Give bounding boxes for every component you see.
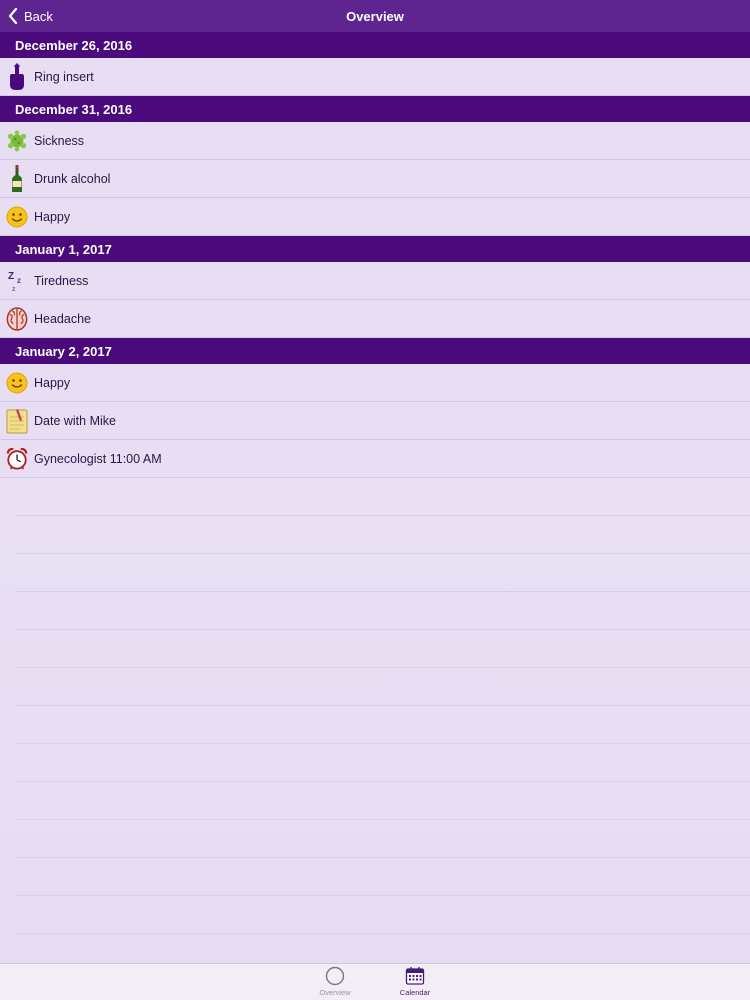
page-title: Overview (346, 8, 404, 24)
note-icon (6, 408, 28, 434)
list-item[interactable]: Drunk alcohol (0, 160, 750, 198)
empty-row (15, 706, 750, 744)
empty-row (15, 858, 750, 896)
circle-icon (325, 966, 345, 986)
tab-calendar[interactable]: Calendar (385, 966, 445, 1000)
list-item-label: Gynecologist 11:00 AM (34, 451, 162, 466)
empty-row (15, 668, 750, 706)
list-item[interactable]: Date with Mike (0, 402, 750, 440)
tab-calendar-label: Calendar (399, 988, 431, 997)
smiley-icon (6, 204, 28, 230)
svg-text:z: z (12, 286, 16, 293)
svg-text:z: z (17, 276, 21, 285)
virus-icon (6, 128, 28, 154)
tab-overview[interactable]: Overview (305, 966, 365, 1000)
svg-text:Z: Z (8, 271, 14, 282)
tab-bar: Overview Calendar (0, 963, 750, 1000)
empty-row (15, 592, 750, 630)
list-item[interactable]: Gynecologist 11:00 AM (0, 440, 750, 478)
list-item[interactable]: Ring insert (0, 58, 750, 96)
section-header-date: January 2, 2017 (0, 338, 750, 364)
section-header-date: January 1, 2017 (0, 236, 750, 262)
list-item-label: Happy (34, 375, 71, 390)
list-item-label: Tiredness (34, 273, 89, 288)
hand-pointing-icon (6, 62, 28, 90)
section-header-date: December 31, 2016 (0, 96, 750, 122)
list-item-label: Date with Mike (34, 413, 116, 428)
empty-row (15, 896, 750, 934)
empty-row (15, 516, 750, 554)
empty-row (15, 630, 750, 668)
list-item-label: Ring insert (34, 69, 94, 84)
tab-overview-label: Overview (319, 988, 351, 997)
sleep-zzz-icon: Z z z (6, 268, 28, 294)
empty-row (15, 554, 750, 592)
list-item[interactable]: Headache (0, 300, 750, 338)
navigation-bar: Back Overview (0, 0, 750, 32)
empty-row (15, 744, 750, 782)
list-item-label: Happy (34, 209, 71, 224)
list-item[interactable]: Z z z Tiredness (0, 262, 750, 300)
list-item[interactable]: Happy (0, 364, 750, 402)
section-header-date: December 26, 2016 (0, 32, 750, 58)
wine-bottle-icon (6, 164, 28, 192)
brain-icon (6, 306, 28, 332)
calendar-icon (405, 967, 425, 985)
overview-list: December 26, 2016 Ring insert December 3… (0, 32, 750, 934)
list-item-label: Drunk alcohol (34, 171, 111, 186)
alarm-clock-icon (6, 446, 28, 472)
empty-row (15, 478, 750, 516)
empty-row (15, 782, 750, 820)
list-item[interactable]: Happy (0, 198, 750, 236)
smiley-icon (6, 370, 28, 396)
list-item-label: Sickness (34, 133, 85, 148)
list-item[interactable]: Sickness (0, 122, 750, 160)
list-item-label: Headache (34, 311, 91, 326)
empty-row (15, 820, 750, 858)
